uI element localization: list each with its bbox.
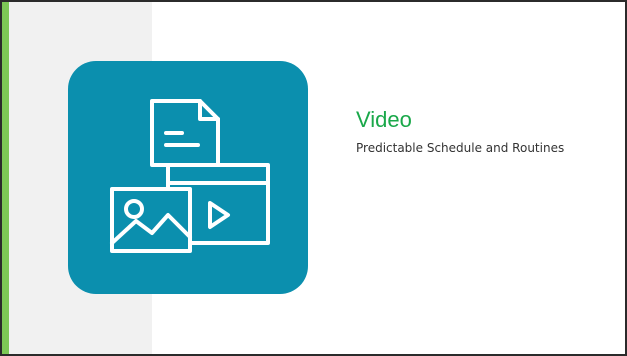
slide: Video Predictable Schedule and Routines xyxy=(0,0,627,356)
slide-title: Video xyxy=(356,107,412,132)
text-block: Video Predictable Schedule and Routines xyxy=(356,106,606,157)
accent-bar xyxy=(2,2,9,354)
document-icon xyxy=(150,99,220,167)
media-files-icon xyxy=(68,61,308,294)
play-icon xyxy=(208,201,230,229)
slide-subtitle: Predictable Schedule and Routines xyxy=(356,141,565,155)
image-icon xyxy=(110,187,192,253)
